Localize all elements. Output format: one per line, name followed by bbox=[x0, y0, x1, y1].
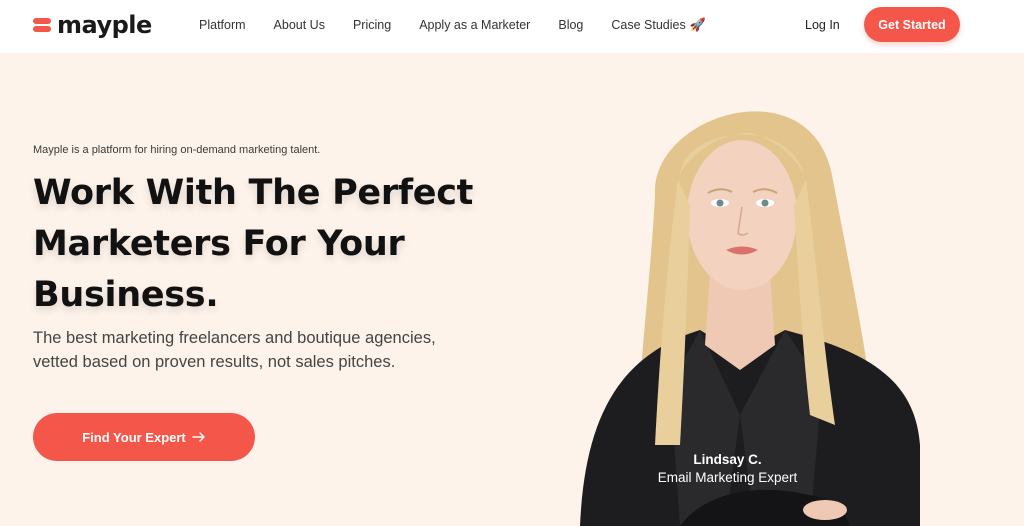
main-nav: Platform About Us Pricing Apply as a Mar… bbox=[199, 17, 734, 33]
get-started-button[interactable]: Get Started bbox=[864, 7, 960, 42]
hero-subtext: The best marketing freelancers and bouti… bbox=[33, 326, 483, 374]
expert-caption: Lindsay C. Email Marketing Expert bbox=[640, 452, 815, 488]
arrow-right-icon bbox=[192, 432, 205, 442]
site-header: mayple Platform About Us Pricing Apply a… bbox=[0, 0, 1024, 53]
headline-line-3: Business. bbox=[33, 275, 219, 315]
nav-pricing[interactable]: Pricing bbox=[353, 17, 391, 33]
mayple-logo[interactable]: mayple bbox=[33, 11, 152, 39]
logo-mark-icon bbox=[33, 17, 53, 33]
nav-about-us[interactable]: About Us bbox=[274, 17, 325, 33]
expert-role: Email Marketing Expert bbox=[657, 470, 798, 485]
logo-text: mayple bbox=[57, 11, 152, 39]
nav-case-studies-label: Case Studies bbox=[611, 18, 686, 32]
headline-line-2: Marketers For Your bbox=[33, 224, 405, 264]
rocket-icon: 🚀 bbox=[689, 17, 706, 32]
subtext-line-2: vetted based on proven results, not sale… bbox=[33, 353, 396, 371]
nav-apply-as-marketer[interactable]: Apply as a Marketer bbox=[419, 17, 530, 33]
nav-blog[interactable]: Blog bbox=[558, 17, 583, 33]
nav-case-studies[interactable]: Case Studies 🚀 bbox=[611, 17, 706, 33]
nav-platform[interactable]: Platform bbox=[199, 17, 246, 33]
find-your-expert-label: Find Your Expert bbox=[82, 429, 186, 445]
hero-headline: Work With The Perfect Marketers For Your… bbox=[33, 168, 503, 321]
subtext-line-1: The best marketing freelancers and bouti… bbox=[33, 329, 436, 347]
hero-tagline: Mayple is a platform for hiring on-deman… bbox=[33, 144, 321, 156]
login-link[interactable]: Log In bbox=[805, 17, 840, 33]
headline-line-1: Work With The Perfect bbox=[33, 173, 474, 213]
expert-name: Lindsay C. bbox=[693, 452, 762, 467]
find-your-expert-button[interactable]: Find Your Expert bbox=[33, 413, 255, 461]
